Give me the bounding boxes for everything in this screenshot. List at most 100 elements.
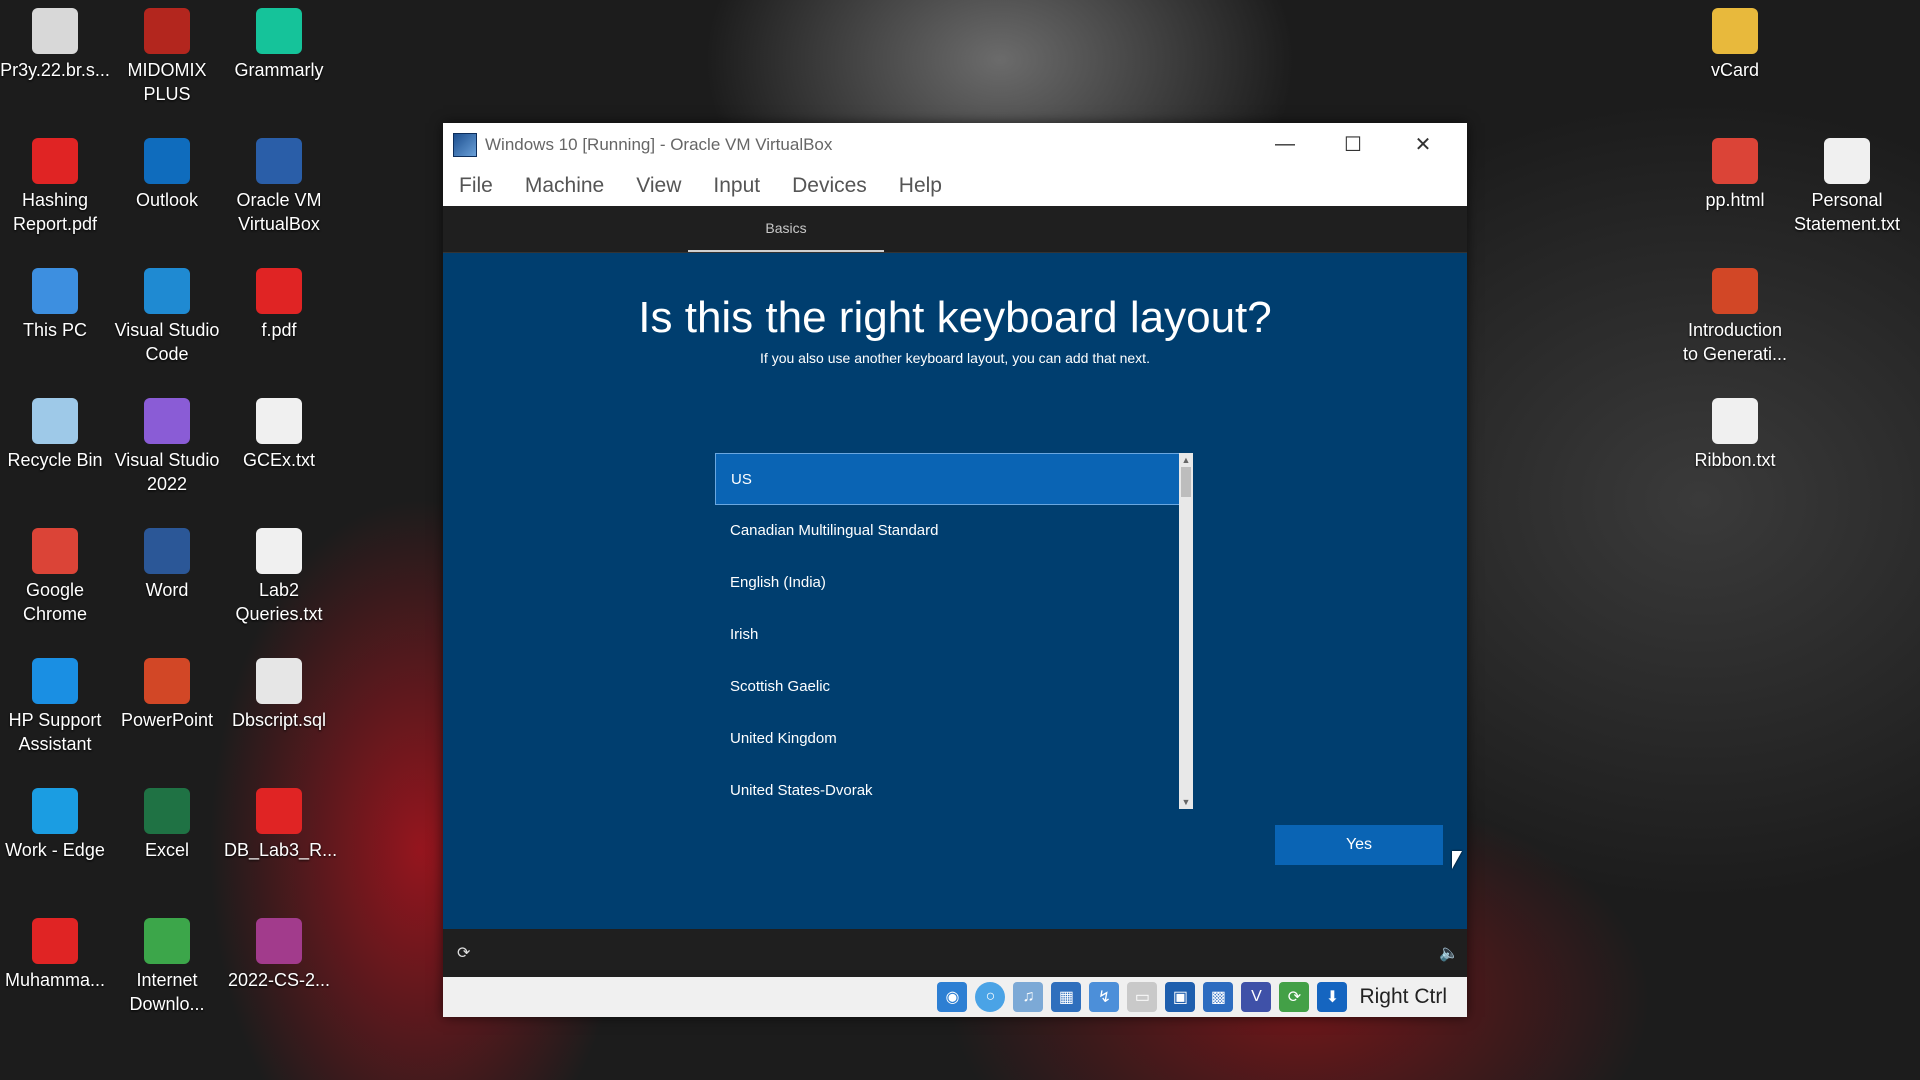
usb-icon[interactable]: ↯ [1089,982,1120,1012]
mouse-integration-icon[interactable]: ⟳ [1279,982,1310,1012]
desktop-icon[interactable]: Google Chrome [0,528,110,626]
desktop-icon-label: 2022-CS-2... [227,970,331,990]
menu-help[interactable]: Help [899,174,942,198]
list-item[interactable]: English (India) [715,557,1193,609]
menubar: File Machine View Input Devices Help [443,166,1467,206]
pdf-icon [256,268,302,314]
guest-screen[interactable]: Basics Is this the right keyboard layout… [443,206,1467,977]
desktop-icon-label: HP Support Assistant [8,710,102,754]
desktop-icon[interactable]: pp.html [1680,138,1790,212]
desktop-icon[interactable]: Grammarly [224,8,334,82]
folder-icon [1712,8,1758,54]
status-bar: ◉ ○ ♫ ▦ ↯ ▭ ▣ ▩ V ⟳ ⬇ Right Ctrl [443,977,1467,1017]
oobe-bottombar: ⟳ 🔈 [443,929,1467,977]
page-title: Is this the right keyboard layout? [638,293,1272,342]
text-file-icon [1824,138,1870,184]
network-icon[interactable]: ▦ [1051,982,1082,1012]
desktop-icon-label: Google Chrome [22,580,88,624]
desktop-icon[interactable]: Ribbon.txt [1680,398,1790,472]
list-item[interactable]: Canadian Multilingual Standard [715,505,1193,557]
desktop-icon[interactable]: This PC [0,268,110,342]
download-manager-icon [144,918,190,964]
menu-devices[interactable]: Devices [792,174,867,198]
desktop-icon-label: DB_Lab3_R... [224,840,338,860]
desktop-icon[interactable]: Recycle Bin [0,398,110,472]
desktop-icon-label: Oracle VM VirtualBox [236,190,322,234]
desktop-icon-label: Lab2 Queries.txt [235,580,323,624]
keyboard-capture-icon[interactable]: ⬇ [1317,982,1348,1012]
desktop-icon[interactable]: Hashing Report.pdf [0,138,110,236]
virtualization-icon[interactable]: V [1241,982,1272,1012]
desktop-icon[interactable]: HP Support Assistant [0,658,110,756]
powerpoint-icon [1712,268,1758,314]
menu-file[interactable]: File [459,174,493,198]
desktop-icon[interactable]: Introduction to Generati... [1680,268,1790,366]
list-item[interactable]: Scottish Gaelic [715,661,1193,713]
scroll-down-icon[interactable]: ▼ [1179,795,1193,809]
volume-icon[interactable]: 🔈 [1439,943,1459,963]
pdf-icon [32,918,78,964]
minimize-button[interactable]: — [1251,123,1319,166]
desktop-icon-label: PowerPoint [120,710,214,730]
close-button[interactable]: ✕ [1389,123,1457,166]
accessibility-icon[interactable]: ⟳ [457,943,470,963]
scroll-thumb[interactable] [1181,467,1191,497]
list-item[interactable]: United States-Dvorak [715,765,1193,809]
display-icon[interactable]: ▣ [1165,982,1196,1012]
help-icon [32,658,78,704]
scroll-up-icon[interactable]: ▲ [1179,453,1193,467]
desktop-icon-label: Pr3y.22.br.s... [0,60,110,80]
vscode-icon [144,268,190,314]
desktop-icon[interactable]: f.pdf [224,268,334,342]
desktop-icon[interactable]: Outlook [112,138,222,212]
desktop-icon[interactable]: Oracle VM VirtualBox [224,138,334,236]
yes-button[interactable]: Yes [1275,825,1443,865]
capture-icon[interactable]: ▩ [1203,982,1234,1012]
keyboard-layout-list[interactable]: US Canadian Multilingual Standard Englis… [715,453,1193,809]
excel-icon [144,788,190,834]
menu-view[interactable]: View [636,174,681,198]
list-scrollbar[interactable]: ▲ ▼ [1179,453,1193,809]
window-title: Windows 10 [Running] - Oracle VM Virtual… [485,134,833,154]
text-file-icon [256,528,302,574]
list-item[interactable]: US [715,453,1193,505]
desktop-icon[interactable]: GCEx.txt [224,398,334,472]
visual-studio-icon [144,398,190,444]
desktop-icon[interactable]: 2022-CS-2... [224,918,334,992]
menu-input[interactable]: Input [713,174,760,198]
desktop-icon-label: Muhamma... [4,970,106,990]
desktop-icon[interactable]: Excel [112,788,222,862]
desktop-icon-label: f.pdf [261,320,297,340]
menu-machine[interactable]: Machine [525,174,604,198]
desktop-icon[interactable]: Muhamma... [0,918,110,992]
tab-basics: Basics [688,206,884,252]
desktop-icon[interactable]: Word [112,528,222,602]
desktop-icon[interactable]: PowerPoint [112,658,222,732]
maximize-button[interactable]: ☐ [1319,123,1387,166]
virtualbox-icon [453,132,477,157]
desktop-icon[interactable]: Personal Statement.txt [1792,138,1902,236]
desktop-icon-label: Visual Studio 2022 [114,450,220,494]
desktop-icon[interactable]: Visual Studio Code [112,268,222,366]
list-item[interactable]: Irish [715,609,1193,661]
shared-folder-icon[interactable]: ▭ [1127,982,1158,1012]
desktop-icon[interactable]: Pr3y.22.br.s... [0,8,110,82]
audio-icon[interactable]: ♫ [1013,982,1044,1012]
desktop-icon-label: This PC [22,320,87,340]
sql-file-icon [256,658,302,704]
desktop-icon[interactable]: Work - Edge [0,788,110,862]
desktop-icon[interactable]: Dbscript.sql [224,658,334,732]
hard-disk-icon[interactable]: ◉ [937,982,968,1012]
list-item[interactable]: United Kingdom [715,713,1193,765]
mouse-cursor-icon [1452,851,1462,869]
optical-drive-icon[interactable]: ○ [975,982,1006,1012]
desktop-icon[interactable]: Lab2 Queries.txt [224,528,334,626]
desktop-icon-label: Excel [144,840,189,860]
window-titlebar[interactable]: Windows 10 [Running] - Oracle VM Virtual… [443,123,1467,166]
desktop-icon[interactable]: Visual Studio 2022 [112,398,222,496]
desktop-icon[interactable]: Internet Downlo... [112,918,222,1016]
desktop-icon[interactable]: MIDOMIX PLUS [112,8,222,106]
desktop-icon-label: Grammarly [234,60,324,80]
desktop-icon[interactable]: vCard [1680,8,1790,82]
desktop-icon[interactable]: DB_Lab3_R... [224,788,338,862]
